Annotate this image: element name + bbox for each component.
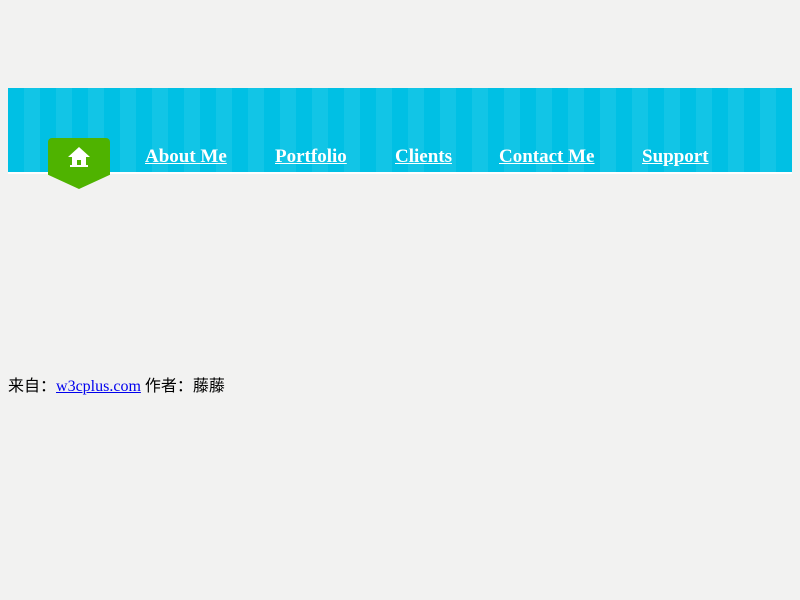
nav-item-clients[interactable]: Clients bbox=[395, 146, 452, 168]
nav-item-portfolio[interactable]: Portfolio bbox=[275, 146, 347, 168]
nav-item-support[interactable]: Support bbox=[642, 146, 709, 168]
home-icon bbox=[68, 147, 90, 167]
source-link[interactable]: w3cplus.com bbox=[56, 378, 141, 395]
home-button[interactable] bbox=[48, 138, 110, 189]
author-name: 藤藤 bbox=[192, 376, 225, 395]
author-label: 作者： bbox=[144, 376, 193, 395]
credit-line: 来自：w3cplus.com 作者：藤藤 bbox=[8, 376, 225, 397]
nav-item-contact-me[interactable]: Contact Me bbox=[499, 146, 595, 168]
source-label: 来自： bbox=[8, 376, 57, 395]
nav-item-about-me[interactable]: About Me bbox=[145, 146, 227, 168]
navigation-bar: About Me Portfolio Clients Contact Me Su… bbox=[8, 88, 792, 189]
